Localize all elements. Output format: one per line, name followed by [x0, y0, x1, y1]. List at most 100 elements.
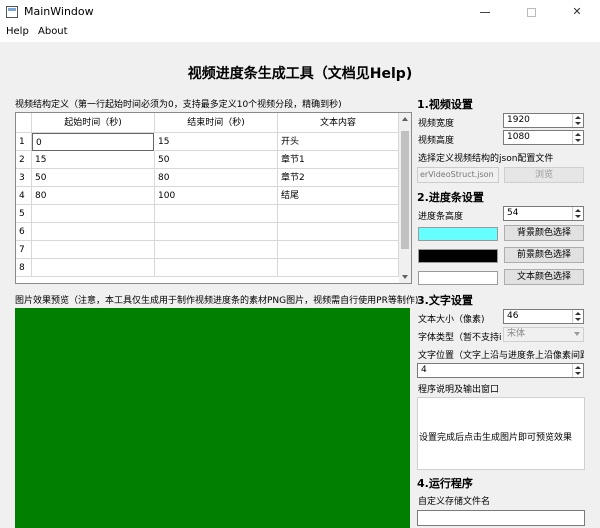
help-output-label: 程序说明及输出窗口 [418, 385, 500, 395]
table-cell[interactable]: 80 [32, 187, 155, 205]
row-number[interactable]: 6 [16, 223, 32, 241]
table-cell[interactable]: 80 [155, 169, 278, 187]
table-cell[interactable] [155, 223, 278, 241]
table-cell[interactable] [278, 205, 399, 223]
spin-arrows-icon[interactable] [572, 364, 583, 377]
table-cell[interactable]: 章节1 [278, 151, 399, 169]
page-title: 视频进度条生成工具（文档见Help) [187, 66, 413, 82]
table-cell[interactable]: 50 [32, 169, 155, 187]
table-row: 6 [16, 223, 399, 241]
text-settings-heading: 3.文字设置 [417, 294, 473, 307]
progress-height-spinbox[interactable]: 54 [503, 206, 584, 221]
video-width-spinbox[interactable]: 1920 [503, 113, 584, 128]
close-button[interactable]: ✕ [554, 0, 600, 24]
table-row: 7 [16, 241, 399, 259]
app-icon [6, 6, 18, 18]
background-color-swatch [418, 227, 498, 241]
browse-button[interactable]: 浏览 [504, 167, 584, 183]
row-number[interactable]: 7 [16, 241, 32, 259]
json-path-field[interactable]: erVideoStruct.json [417, 167, 499, 183]
structure-table[interactable]: 起始时间（秒) 结束时间（秒) 文本内容 1 0 15 开头 2 15 50 章… [15, 112, 412, 284]
minimize-icon [480, 11, 490, 13]
video-width-value: 1920 [507, 115, 530, 125]
row-number[interactable]: 1 [16, 133, 32, 151]
progress-height-label: 进度条高度 [418, 212, 464, 222]
table-cell[interactable]: 100 [155, 187, 278, 205]
table-cell[interactable]: 章节2 [278, 169, 399, 187]
table-cell[interactable]: 0 [32, 133, 154, 151]
menu-help[interactable]: Help [6, 26, 29, 37]
row-number[interactable]: 3 [16, 169, 32, 187]
table-cell[interactable] [32, 205, 155, 223]
foreground-color-swatch [418, 249, 498, 263]
table-row: 8 [16, 259, 399, 277]
video-height-spinbox[interactable]: 1080 [503, 130, 584, 145]
preview-label: 图片效果预览（注意，本工具仅生成用于制作视频进度条的素材PNG图片，视频需自行使… [15, 296, 419, 306]
table-cell[interactable]: 50 [155, 151, 278, 169]
font-type-select[interactable]: 宋体 [503, 327, 584, 342]
scroll-up-icon[interactable] [402, 117, 408, 121]
table-cell[interactable]: 开头 [278, 133, 399, 151]
spin-arrows-icon[interactable] [572, 131, 583, 144]
table-cell[interactable] [155, 241, 278, 259]
chevron-down-icon [574, 332, 580, 336]
foreground-color-button[interactable]: 前景颜色选择 [504, 247, 584, 263]
font-type-value: 宋体 [507, 329, 526, 339]
row-number[interactable]: 5 [16, 205, 32, 223]
scrollbar-thumb[interactable] [401, 131, 409, 249]
table-header: 起始时间（秒) 结束时间（秒) 文本内容 [16, 113, 411, 133]
json-config-label: 选择定义视频结构的json配置文件 [418, 154, 554, 164]
structure-label: 视频结构定义（第一行起始时间必须为0，支持最多定义10个视频分段，精确到秒) [15, 100, 342, 110]
table-cell[interactable] [155, 205, 278, 223]
window-title: MainWindow [24, 5, 94, 18]
preview-canvas [15, 308, 410, 528]
spin-arrows-icon[interactable] [572, 310, 583, 323]
row-number[interactable]: 2 [16, 151, 32, 169]
scroll-down-icon[interactable] [402, 275, 408, 279]
row-number[interactable]: 4 [16, 187, 32, 205]
table-cell[interactable] [32, 223, 155, 241]
table-cell[interactable] [32, 241, 155, 259]
minimize-button[interactable] [462, 0, 508, 24]
text-position-label: 文字位置（文字上沿与进度条上沿像素间距 [418, 351, 584, 361]
table-cell[interactable] [32, 259, 155, 277]
table-cell[interactable] [278, 223, 399, 241]
video-settings-heading: 1.视频设置 [417, 98, 473, 111]
table-cell[interactable] [278, 259, 399, 277]
spin-arrows-icon[interactable] [572, 207, 583, 220]
filename-input[interactable] [417, 510, 585, 526]
text-size-spinbox[interactable]: 46 [503, 309, 584, 324]
close-icon: ✕ [572, 5, 582, 18]
filename-label: 自定义存储文件名 [418, 497, 491, 507]
spin-arrows-icon[interactable] [572, 114, 583, 127]
text-size-value: 46 [507, 311, 519, 321]
table-scrollbar[interactable] [399, 113, 411, 283]
table-cell[interactable] [155, 259, 278, 277]
col-header-start[interactable]: 起始时间（秒) [32, 113, 155, 133]
title-bar: MainWindow ✕ [0, 0, 600, 24]
output-text: 设置完成后点击生成图片即可预览效果 [419, 433, 573, 443]
table-cell[interactable]: 结尾 [278, 187, 399, 205]
text-color-button[interactable]: 文本颜色选择 [504, 269, 584, 285]
text-position-spinbox[interactable]: 4 [417, 363, 584, 378]
progress-settings-heading: 2.进度条设置 [417, 191, 484, 204]
background-color-button[interactable]: 背景颜色选择 [504, 225, 584, 241]
maximize-icon [526, 7, 536, 17]
row-number[interactable]: 8 [16, 259, 32, 277]
table-row: 5 [16, 205, 399, 223]
progress-height-value: 54 [507, 208, 519, 218]
table-cell[interactable] [278, 241, 399, 259]
output-window[interactable]: 设置完成后点击生成图片即可预览效果 [417, 397, 585, 470]
video-height-value: 1080 [507, 132, 530, 142]
menu-bar: Help About [0, 24, 600, 42]
maximize-button[interactable] [508, 0, 554, 24]
col-header-text[interactable]: 文本内容 [278, 113, 399, 133]
menu-about[interactable]: About [38, 26, 68, 37]
text-position-value: 4 [421, 365, 427, 375]
table-cell[interactable]: 15 [32, 151, 155, 169]
run-heading: 4.运行程序 [417, 477, 473, 490]
table-row: 3 50 80 章节2 [16, 169, 399, 187]
table-row: 2 15 50 章节1 [16, 151, 399, 169]
table-cell[interactable]: 15 [155, 133, 278, 151]
col-header-end[interactable]: 结束时间（秒) [155, 113, 278, 133]
